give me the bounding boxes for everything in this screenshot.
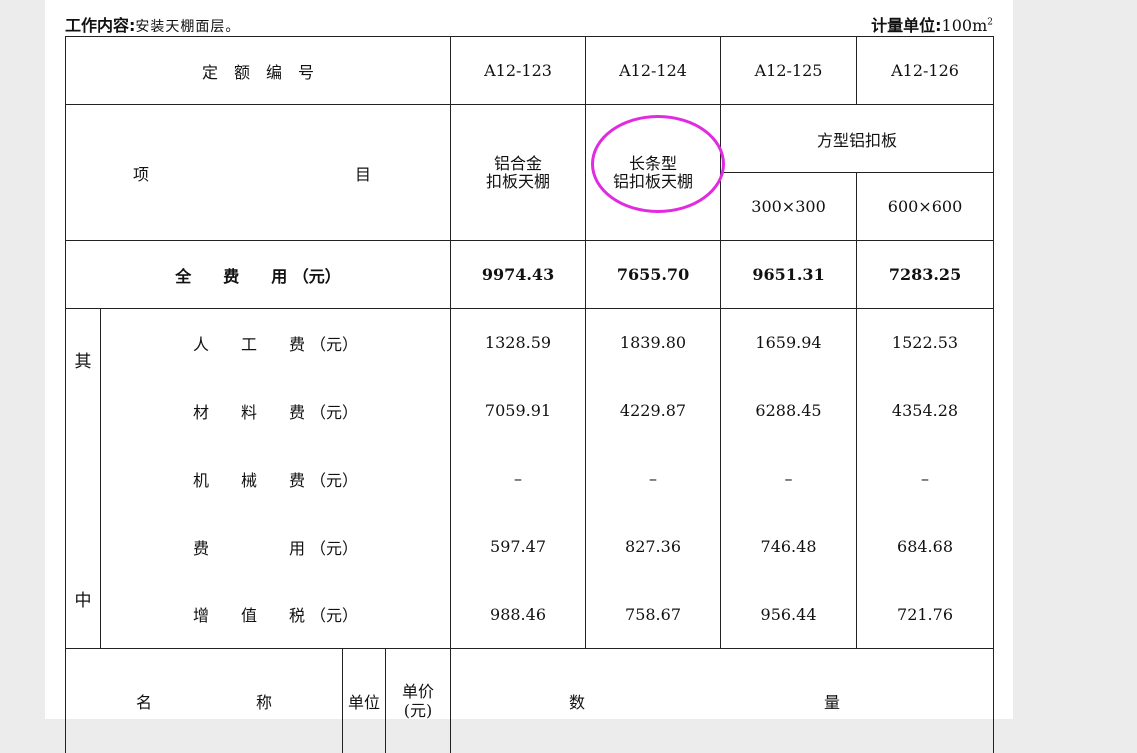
item-label-cell: 项目 [64, 104, 452, 241]
measure-unit: 计量单位:100m2 [871, 12, 993, 36]
document-page: 工作内容:安装天棚面层。 计量单位:100m2 定 额 编 号 A12-123 … [45, 0, 1013, 753]
cost-row-vat: 增 值 税 （元） 988.46 758.67 956.44 721.76 [66, 580, 995, 649]
item-size-300: 300×300 [720, 172, 858, 241]
item-label-right: 目 [354, 164, 371, 184]
code-cell: A12-123 [450, 36, 587, 105]
row-label: 机 械 费 （元） [99, 444, 452, 513]
quota-number-label: 定 额 编 号 [64, 36, 452, 105]
code-cell: A12-126 [856, 36, 995, 105]
row-value: 827.36 [585, 512, 722, 581]
row-value: 758.67 [585, 580, 722, 649]
name-header-b: 称 [255, 692, 272, 712]
total-value: 9974.43 [450, 240, 587, 309]
row-value: 1522.53 [856, 308, 995, 377]
unit-header: 单位 [342, 648, 386, 753]
cost-row-material: 材 料 费 （元） 7059.91 4229.87 6288.45 4354.2… [66, 376, 995, 445]
total-cost-label: 全 费 用 （元） [64, 240, 452, 309]
row-label: 材 料 费 （元） [99, 376, 452, 445]
side-label-bottom: 中 [74, 591, 92, 611]
row-value: – [720, 444, 858, 513]
item-square-group: 方型铝扣板 [720, 104, 995, 173]
total-value: 7283.25 [856, 240, 995, 309]
row-value: 4354.28 [856, 376, 995, 445]
row-value: 7059.91 [450, 376, 587, 445]
highlighted-item: 长条型 铝扣板天棚 [591, 114, 725, 213]
row-value: 1839.80 [585, 308, 722, 377]
row-label: 费 用 （元） [99, 512, 452, 581]
row-value: 1328.59 [450, 308, 587, 377]
item-aluminum-line2: 扣板天棚 [486, 171, 551, 191]
row-label: 增 值 税 （元） [99, 580, 452, 649]
price-header: 单价 (元) [384, 648, 452, 753]
row-value: – [450, 444, 587, 513]
row-label: 人 工 费 （元） [99, 308, 452, 377]
price-header-line2: (元) [403, 700, 433, 720]
header-line: 工作内容:安装天棚面层。 计量单位:100m2 [65, 12, 993, 38]
highlight-circle [591, 114, 725, 213]
row-value: 597.47 [450, 512, 587, 581]
total-row: 全 费 用 （元） 9974.43 7655.70 9651.31 7283.2… [64, 240, 995, 309]
measure-unit-label: 计量单位: [871, 16, 942, 35]
code-cell: A12-124 [585, 36, 722, 105]
row-value: 746.48 [720, 512, 858, 581]
row-value: – [585, 444, 722, 513]
item-aluminum-line1: 铝合金 [494, 153, 543, 173]
item-row-1: 项目 铝合金 扣板天棚 长条型 铝扣板天棚 方型铝扣板 [64, 104, 995, 241]
total-value: 9651.31 [720, 240, 858, 309]
quantity-header-b: 量 [824, 692, 841, 712]
name-header: 名称 [65, 648, 343, 753]
code-row: 定 额 编 号 A12-123 A12-124 A12-125 A12-126 [64, 36, 995, 105]
cost-row-fees: 费 用 （元） 597.47 827.36 746.48 684.68 [66, 512, 995, 581]
cost-row-labor: 其 中 人 工 费 （元） 1328.59 1839.80 1659.94 15… [65, 308, 995, 649]
quantity-header: 数量 [450, 648, 995, 753]
total-value: 7655.70 [585, 240, 722, 309]
work-content-label: 工作内容: [65, 16, 136, 35]
among-side-cell: 其 中 [65, 308, 101, 649]
row-value: 4229.87 [585, 376, 722, 445]
measure-unit-value: 100m [941, 16, 988, 35]
row-value: 1659.94 [720, 308, 858, 377]
row-value: 684.68 [856, 512, 995, 581]
code-cell: A12-125 [720, 36, 858, 105]
cost-row-machinery: 机 械 费 （元） – – – – [66, 444, 995, 513]
row-value: 721.76 [856, 580, 995, 649]
price-header-line1: 单价 [402, 681, 435, 701]
resource-header-row: 名称 单位 单价 (元) 数量 [65, 648, 995, 753]
row-value: – [856, 444, 995, 513]
quantity-header-a: 数 [569, 692, 586, 712]
row-value: 956.44 [720, 580, 858, 649]
quota-table: 定 额 编 号 A12-123 A12-124 A12-125 A12-126 … [64, 36, 995, 753]
side-label-top: 其 [74, 352, 92, 372]
item-label-left: 项 [133, 164, 150, 184]
item-aluminum-plate: 铝合金 扣板天棚 [450, 104, 587, 241]
item-strip-aluminum: 长条型 铝扣板天棚 [585, 104, 725, 241]
name-header-a: 名 [135, 692, 152, 712]
work-content-text: 安装天棚面层。 [135, 19, 241, 35]
measure-unit-sup: 2 [987, 17, 993, 28]
row-value: 6288.45 [720, 376, 858, 445]
row-value: 988.46 [450, 580, 587, 649]
item-size-600: 600×600 [856, 172, 995, 241]
work-content: 工作内容:安装天棚面层。 [65, 12, 240, 36]
